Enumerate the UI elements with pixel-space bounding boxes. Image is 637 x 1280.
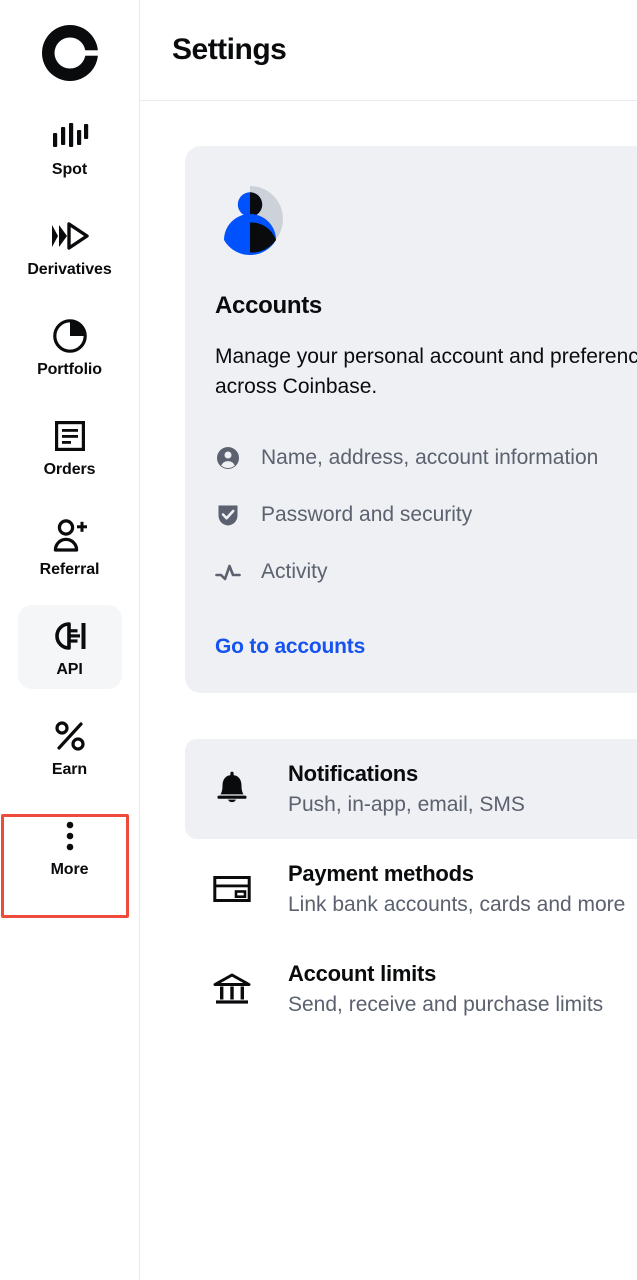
settings-row-title: Payment methods <box>288 860 474 886</box>
page-title: Settings <box>172 33 287 66</box>
settings-row-text: Notifications Push, in-app, email, SMS <box>288 761 525 817</box>
sidebar-item-label: Referral <box>39 561 100 578</box>
sidebar-nav: Spot Derivatives Portfolio Orders Referr… <box>0 105 139 905</box>
coinbase-logo-icon <box>41 24 98 81</box>
list-item-label: Activity <box>261 560 328 584</box>
add-person-icon <box>51 516 89 556</box>
settings-row-subtitle: Push, in-app, email, SMS <box>288 792 525 816</box>
primary-sidebar: Spot Derivatives Portfolio Orders Referr… <box>0 0 140 1280</box>
go-to-accounts-link[interactable]: Go to accounts <box>215 635 365 659</box>
settings-row-title: Notifications <box>288 760 418 786</box>
sidebar-item-label: Earn <box>51 761 88 778</box>
bell-icon <box>210 771 254 807</box>
list-item-label: Name, address, account information <box>261 446 599 470</box>
settings-rows: Notifications Push, in-app, email, SMS P… <box>185 738 637 1039</box>
list-item-label: Password and security <box>261 503 473 527</box>
plug-connector-icon <box>50 616 90 656</box>
settings-row-notifications[interactable]: Notifications Push, in-app, email, SMS <box>185 738 637 839</box>
activity-pulse-icon <box>215 562 241 582</box>
list-item[interactable]: Name, address, account information <box>215 430 637 487</box>
settings-row-title: Account limits <box>288 960 437 986</box>
bank-institution-icon <box>210 972 254 1006</box>
sidebar-item-referral[interactable]: Referral <box>18 505 122 589</box>
more-vertical-icon <box>63 816 77 856</box>
settings-row-subtitle: Send, receive and purchase limits <box>288 992 604 1016</box>
settings-page: Spot Derivatives Portfolio Orders Referr… <box>0 0 637 1280</box>
sidebar-item-label: More <box>50 861 89 878</box>
settings-row-subtitle: Link bank accounts, cards and more <box>288 892 626 916</box>
person-circle-icon <box>215 446 241 470</box>
sidebar-item-portfolio[interactable]: Portfolio <box>18 305 122 389</box>
sidebar-item-spot[interactable]: Spot <box>18 105 122 189</box>
user-avatar-icon <box>224 186 283 256</box>
settings-row-text: Account limits Send, receive and purchas… <box>288 961 603 1017</box>
settings-row-payment-methods[interactable]: Payment methods Link bank accounts, card… <box>185 839 637 939</box>
sidebar-item-label: Derivatives <box>27 261 112 278</box>
accounts-card-description: Manage your personal account and prefere… <box>215 345 637 398</box>
coinbase-logo[interactable] <box>0 0 139 105</box>
shield-check-icon <box>215 503 241 527</box>
sidebar-item-more[interactable]: More <box>18 805 122 889</box>
settings-content: Accounts Manage your personal account an… <box>140 101 637 1039</box>
sidebar-item-api[interactable]: API <box>17 605 122 689</box>
sidebar-item-derivatives[interactable]: Derivatives <box>18 205 122 289</box>
accounts-card-title: Accounts <box>215 292 322 319</box>
sidebar-item-label: Spot <box>51 161 88 178</box>
accounts-card[interactable]: Accounts Manage your personal account an… <box>185 146 637 693</box>
page-header: Settings <box>140 0 637 101</box>
main-content: Settings Accounts Manage your personal a… <box>140 0 637 1280</box>
settings-row-account-limits[interactable]: Account limits Send, receive and purchas… <box>185 939 637 1039</box>
sidebar-item-label: Orders <box>43 461 96 478</box>
percent-icon <box>53 716 87 756</box>
sidebar-item-label: Portfolio <box>37 361 102 378</box>
document-lines-icon <box>53 416 87 456</box>
accounts-card-links: Name, address, account information Passw… <box>215 430 637 601</box>
credit-card-icon <box>210 874 254 904</box>
fast-forward-icon <box>50 216 90 256</box>
sidebar-item-orders[interactable]: Orders <box>18 405 122 489</box>
sidebar-item-earn[interactable]: Earn <box>18 705 122 789</box>
list-item[interactable]: Password and security <box>215 487 637 544</box>
settings-row-text: Payment methods Link bank accounts, card… <box>288 861 625 917</box>
candlestick-chart-icon <box>51 116 89 156</box>
pie-chart-icon <box>52 316 88 356</box>
list-item[interactable]: Activity <box>215 544 637 601</box>
sidebar-item-label: API <box>56 661 83 678</box>
